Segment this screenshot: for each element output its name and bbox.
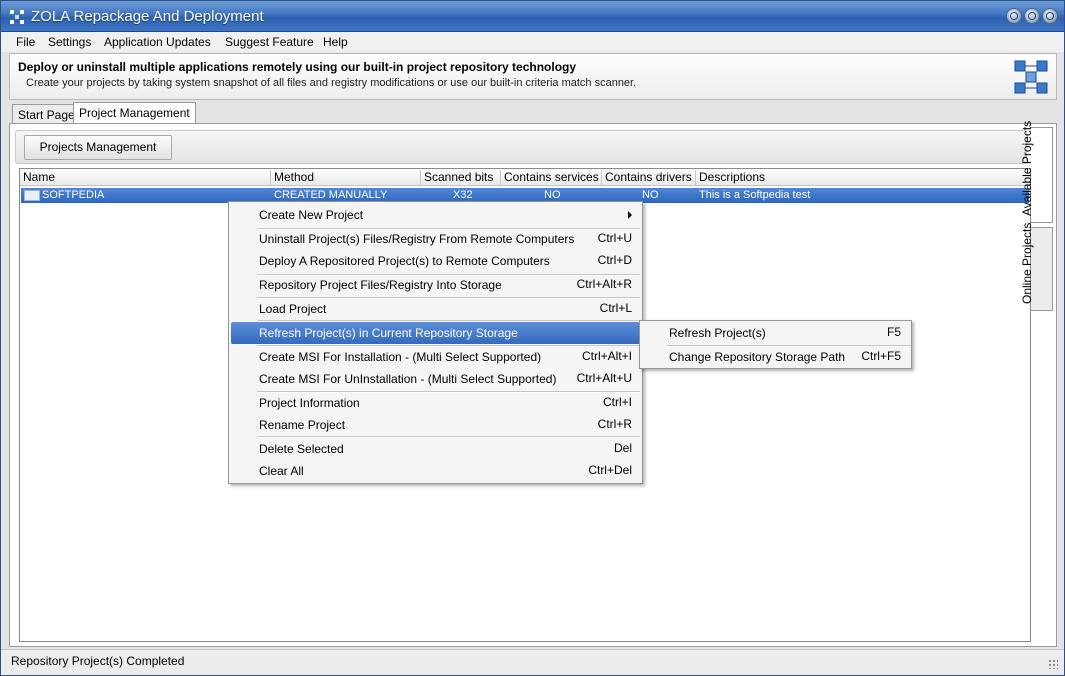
- menu-item-delete-selected[interactable]: Delete Selected Del: [231, 438, 640, 460]
- maximize-button[interactable]: [1024, 8, 1040, 24]
- status-bar: Repository Project(s) Completed: [1, 649, 1064, 675]
- side-tab-label: Online Projects: [1020, 222, 1034, 304]
- side-tab-label: Available Projects: [1020, 120, 1034, 216]
- maximize-icon: [1028, 12, 1036, 20]
- app-window: ZOLA Repackage And Deployment File Setti…: [0, 0, 1065, 676]
- column-header-scanned-bits[interactable]: Scanned bits: [421, 170, 501, 185]
- refresh-submenu: Refresh Project(s) F5 Change Repository …: [639, 320, 912, 369]
- menu-item-label: Refresh Project(s) in Current Repository…: [259, 326, 518, 340]
- menu-item-shortcut: Ctrl+I: [602, 395, 632, 409]
- menu-item-label: Change Repository Storage Path: [669, 350, 846, 364]
- menu-item-shortcut: Ctrl+U: [597, 231, 632, 245]
- menu-item-label: Rename Project: [259, 418, 346, 432]
- menu-item-refresh[interactable]: Refresh Project(s) F5: [642, 322, 909, 344]
- title-bar[interactable]: ZOLA Repackage And Deployment: [1, 1, 1064, 32]
- menu-item-uninstall-projects[interactable]: Uninstall Project(s) Files/Registry From…: [231, 228, 640, 250]
- menu-suggest-feature[interactable]: Suggest Feature: [225, 35, 314, 49]
- app-logo-icon: [10, 10, 24, 24]
- menu-item-deploy-projects[interactable]: Deploy A Repositored Project(s) to Remot…: [231, 250, 640, 272]
- banner-title: Deploy or uninstall multiple application…: [18, 60, 577, 74]
- menu-application-updates[interactable]: Application Updates: [104, 35, 211, 49]
- menu-item-create-msi-install[interactable]: Create MSI For Installation - (Multi Sel…: [231, 346, 640, 368]
- zola-logo-icon: [1014, 60, 1048, 94]
- menu-help[interactable]: Help: [323, 35, 348, 49]
- list-header: Name Method Scanned bits Contains servic…: [20, 169, 1030, 186]
- menu-item-label: Deploy A Repositored Project(s) to Remot…: [259, 254, 550, 268]
- side-tab-available-projects[interactable]: Available Projects: [1020, 121, 1053, 223]
- menu-item-shortcut: Ctrl+D: [597, 253, 632, 267]
- menu-item-rename-project[interactable]: Rename Project Ctrl+R: [231, 414, 640, 436]
- close-icon: [1046, 12, 1054, 20]
- menu-item-clear-all[interactable]: Clear All Ctrl+Del: [231, 460, 640, 482]
- info-banner: Deploy or uninstall multiple application…: [9, 53, 1057, 100]
- menu-bar: File Settings Application Updates Sugges…: [1, 32, 1064, 52]
- column-header-descriptions[interactable]: Descriptions: [696, 170, 1030, 185]
- menu-item-label: Create MSI For UnInstallation - (Multi S…: [259, 372, 557, 386]
- menu-item-label: Delete Selected: [259, 442, 344, 456]
- cell-name: SOFTPEDIA: [42, 189, 105, 201]
- menu-file[interactable]: File: [16, 35, 35, 49]
- cell-description: This is a Softpedia test: [699, 189, 811, 201]
- menu-item-repository-project-files[interactable]: Repository Project Files/Registry Into S…: [231, 274, 640, 296]
- menu-settings[interactable]: Settings: [48, 35, 91, 49]
- window-title: ZOLA Repackage And Deployment: [31, 8, 264, 25]
- menu-item-label: Repository Project Files/Registry Into S…: [259, 278, 502, 292]
- side-tab-online-projects[interactable]: Online Projects: [1020, 223, 1053, 311]
- banner-subtitle: Create your projects by taking system sn…: [26, 77, 637, 89]
- menu-item-shortcut: Ctrl+L: [599, 301, 632, 315]
- tab-project-management[interactable]: Project Management: [73, 102, 196, 124]
- menu-item-shortcut: Ctrl+R: [597, 417, 632, 431]
- minimize-button[interactable]: [1006, 8, 1022, 24]
- tab-start-page[interactable]: Start Page: [12, 104, 81, 124]
- menu-item-shortcut: Ctrl+F5: [861, 349, 901, 363]
- context-menu: Create New Project Uninstall Project(s) …: [228, 201, 643, 484]
- menu-item-label: Project Information: [259, 396, 360, 410]
- project-icon: [24, 190, 40, 201]
- menu-item-shortcut: Ctrl+Alt+U: [576, 371, 632, 385]
- menu-item-shortcut: Del: [613, 441, 632, 455]
- column-header-contains-drivers[interactable]: Contains drivers: [602, 170, 696, 185]
- toolbar: Projects Management: [15, 130, 1027, 164]
- projects-management-button[interactable]: Projects Management: [24, 135, 172, 160]
- menu-item-label: Create New Project: [259, 208, 364, 222]
- submenu-arrow-icon: [628, 211, 632, 219]
- menu-item-shortcut: F5: [886, 325, 901, 339]
- menu-item-project-information[interactable]: Project Information Ctrl+I: [231, 392, 640, 414]
- menu-item-change-storage-path[interactable]: Change Repository Storage Path Ctrl+F5: [642, 346, 909, 368]
- column-header-method[interactable]: Method: [271, 170, 421, 185]
- menu-item-create-msi-uninstall[interactable]: Create MSI For UnInstallation - (Multi S…: [231, 368, 640, 390]
- menu-item-create-new-project[interactable]: Create New Project: [231, 204, 640, 226]
- menu-item-shortcut: Ctrl+Alt+I: [581, 349, 632, 363]
- menu-item-label: Refresh Project(s): [669, 326, 766, 340]
- column-header-name[interactable]: Name: [20, 170, 271, 185]
- menu-item-label: Clear All: [259, 464, 304, 478]
- menu-item-label: Uninstall Project(s) Files/Registry From…: [259, 232, 575, 246]
- column-header-contains-services[interactable]: Contains services: [501, 170, 602, 185]
- cell-contains-drivers: NO: [642, 189, 659, 201]
- menu-item-shortcut: Ctrl+Del: [588, 463, 632, 477]
- minimize-icon: [1010, 12, 1018, 20]
- status-text: Repository Project(s) Completed: [11, 654, 185, 668]
- menu-item-label: Load Project: [259, 302, 327, 316]
- menu-item-shortcut: Ctrl+Alt+R: [576, 277, 632, 291]
- menu-item-refresh-projects[interactable]: Refresh Project(s) in Current Repository…: [231, 322, 640, 344]
- menu-item-label: Create MSI For Installation - (Multi Sel…: [259, 350, 542, 364]
- close-button[interactable]: [1042, 8, 1058, 24]
- menu-item-load-project[interactable]: Load Project Ctrl+L: [231, 298, 640, 320]
- resize-grip-icon[interactable]: [1048, 659, 1058, 669]
